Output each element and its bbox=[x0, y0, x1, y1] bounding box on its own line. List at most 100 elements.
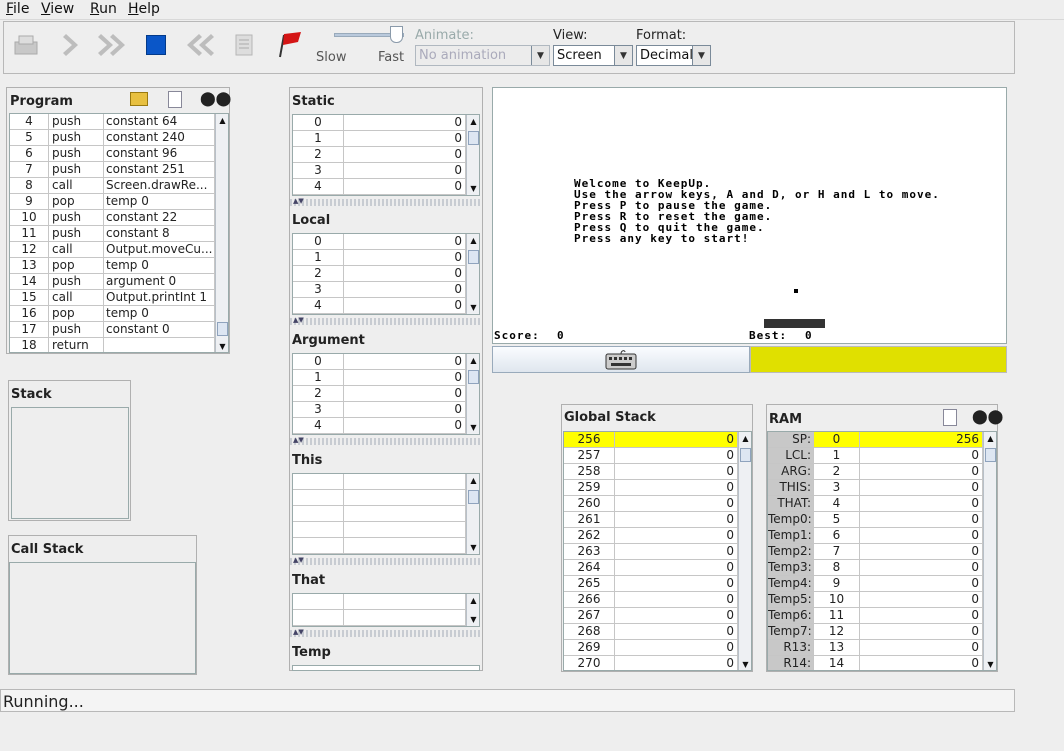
argument-row[interactable]: 40 bbox=[293, 418, 466, 434]
argument-row[interactable]: 20 bbox=[293, 386, 466, 402]
global-stack-row[interactable]: 263 0 bbox=[564, 544, 738, 560]
scroll-up-icon[interactable]: ▲ bbox=[984, 432, 996, 445]
scroll-thumb[interactable] bbox=[468, 370, 479, 384]
argument-row[interactable]: 10 bbox=[293, 370, 466, 386]
global-stack-row[interactable]: 264 0 bbox=[564, 560, 738, 576]
scroll-down-icon[interactable]: ▼ bbox=[467, 421, 479, 434]
new-file-icon[interactable] bbox=[168, 91, 182, 108]
open-folder-icon[interactable] bbox=[130, 92, 148, 106]
scroll-up-icon[interactable]: ▲ bbox=[216, 114, 228, 127]
load-program-button[interactable] bbox=[8, 27, 44, 63]
scroll-up-icon[interactable]: ▲ bbox=[467, 594, 479, 607]
program-row[interactable]: 7 push constant 251 bbox=[10, 162, 215, 178]
static-row[interactable]: 10 bbox=[293, 131, 466, 147]
this-row[interactable] bbox=[293, 490, 466, 506]
scroll-down-icon[interactable]: ▼ bbox=[467, 541, 479, 554]
that-scrollbar[interactable]: ▲ ▼ bbox=[466, 594, 479, 626]
program-row[interactable]: 14 push argument 0 bbox=[10, 274, 215, 290]
argument-row[interactable]: 30 bbox=[293, 402, 466, 418]
menu-view[interactable]: View bbox=[41, 1, 74, 17]
scroll-down-icon[interactable]: ▼ bbox=[984, 658, 996, 670]
menu-help[interactable]: Help bbox=[128, 1, 160, 17]
global-stack-row[interactable]: 269 0 bbox=[564, 640, 738, 656]
view-select[interactable]: Screen ▼ bbox=[553, 45, 633, 66]
this-row[interactable] bbox=[293, 474, 466, 490]
ram-row[interactable]: Temp3: 8 0 bbox=[768, 560, 983, 576]
split-divider[interactable]: ▲▼ bbox=[290, 436, 482, 445]
run-button[interactable] bbox=[96, 27, 132, 63]
program-row[interactable]: 4 push constant 64 bbox=[10, 114, 215, 130]
global-stack-scrollbar[interactable]: ▲ ▼ bbox=[738, 432, 751, 670]
argument-scrollbar[interactable]: ▲ ▼ bbox=[466, 354, 479, 434]
local-scrollbar[interactable]: ▲ ▼ bbox=[466, 234, 479, 314]
split-arrows-icon[interactable]: ▲▼ bbox=[293, 628, 304, 636]
this-scrollbar[interactable]: ▲ ▼ bbox=[466, 474, 479, 554]
scroll-up-icon[interactable]: ▲ bbox=[467, 354, 479, 367]
ram-row[interactable]: SP: 0 256 bbox=[768, 432, 983, 448]
program-row[interactable]: 5 push constant 240 bbox=[10, 130, 215, 146]
that-row[interactable] bbox=[293, 610, 466, 626]
split-arrows-icon[interactable]: ▲▼ bbox=[293, 197, 304, 205]
ram-row[interactable]: Temp0: 5 0 bbox=[768, 512, 983, 528]
ram-scrollbar[interactable]: ▲ ▼ bbox=[983, 432, 996, 670]
scroll-thumb[interactable] bbox=[468, 490, 479, 504]
global-stack-row[interactable]: 267 0 bbox=[564, 608, 738, 624]
static-row[interactable]: 20 bbox=[293, 147, 466, 163]
speed-slider[interactable] bbox=[332, 26, 412, 48]
static-row[interactable]: 40 bbox=[293, 179, 466, 195]
split-arrows-icon[interactable]: ▲▼ bbox=[293, 316, 304, 324]
animate-select[interactable]: No animation ▼ bbox=[415, 45, 550, 66]
menu-file[interactable]: File bbox=[6, 1, 29, 17]
program-row[interactable]: 18 return bbox=[10, 338, 215, 352]
global-stack-row[interactable]: 257 0 bbox=[564, 448, 738, 464]
scroll-up-icon[interactable]: ▲ bbox=[739, 432, 751, 445]
ram-row[interactable]: Temp7: 12 0 bbox=[768, 624, 983, 640]
ram-row[interactable]: Temp4: 9 0 bbox=[768, 576, 983, 592]
ram-row[interactable]: LCL: 1 0 bbox=[768, 448, 983, 464]
scroll-thumb[interactable] bbox=[468, 250, 479, 264]
global-stack-row[interactable]: 256 0 bbox=[564, 432, 738, 448]
global-stack-row[interactable]: 262 0 bbox=[564, 528, 738, 544]
menu-run[interactable]: Run bbox=[90, 1, 117, 17]
ram-row[interactable]: THIS: 3 0 bbox=[768, 480, 983, 496]
static-row[interactable]: 00 bbox=[293, 115, 466, 131]
global-stack-row[interactable]: 261 0 bbox=[564, 512, 738, 528]
scroll-up-icon[interactable]: ▲ bbox=[467, 474, 479, 487]
global-stack-row[interactable]: 266 0 bbox=[564, 592, 738, 608]
split-arrows-icon[interactable]: ▲▼ bbox=[293, 436, 304, 444]
global-stack-row[interactable]: 260 0 bbox=[564, 496, 738, 512]
scroll-down-icon[interactable]: ▼ bbox=[739, 658, 751, 670]
global-stack-row[interactable]: 268 0 bbox=[564, 624, 738, 640]
ram-row[interactable]: ARG: 2 0 bbox=[768, 464, 983, 480]
ram-row[interactable]: R14: 14 0 bbox=[768, 656, 983, 670]
global-stack-row[interactable]: 259 0 bbox=[564, 480, 738, 496]
this-row[interactable] bbox=[293, 506, 466, 522]
program-row[interactable]: 6 push constant 96 bbox=[10, 146, 215, 162]
split-divider[interactable]: ▲▼ bbox=[290, 556, 482, 565]
scroll-down-icon[interactable]: ▼ bbox=[467, 182, 479, 195]
scroll-up-icon[interactable]: ▲ bbox=[467, 234, 479, 247]
local-row[interactable]: 40 bbox=[293, 298, 466, 314]
program-row[interactable]: 12 call Output.moveCu... bbox=[10, 242, 215, 258]
find-binoculars-icon[interactable]: ⬤⬤ bbox=[972, 410, 1003, 424]
argument-row[interactable]: 00 bbox=[293, 354, 466, 370]
program-row[interactable]: 9 pop temp 0 bbox=[10, 194, 215, 210]
that-row[interactable] bbox=[293, 594, 466, 610]
ram-row[interactable]: Temp6: 11 0 bbox=[768, 608, 983, 624]
program-row[interactable]: 17 push constant 0 bbox=[10, 322, 215, 338]
scroll-thumb[interactable] bbox=[740, 448, 751, 462]
slider-thumb[interactable] bbox=[390, 26, 403, 43]
local-row[interactable]: 10 bbox=[293, 250, 466, 266]
split-divider[interactable]: ▲▼ bbox=[290, 628, 482, 637]
script-button[interactable] bbox=[226, 27, 262, 63]
ram-row[interactable]: Temp5: 10 0 bbox=[768, 592, 983, 608]
scroll-down-icon[interactable]: ▼ bbox=[216, 340, 228, 352]
reset-button[interactable] bbox=[180, 27, 216, 63]
program-scrollbar[interactable]: ▲ ▼ bbox=[215, 114, 228, 352]
ram-row[interactable]: Temp2: 7 0 bbox=[768, 544, 983, 560]
static-scrollbar[interactable]: ▲ ▼ bbox=[466, 115, 479, 195]
this-row[interactable] bbox=[293, 522, 466, 538]
scroll-thumb[interactable] bbox=[468, 131, 479, 145]
program-row[interactable]: 11 push constant 8 bbox=[10, 226, 215, 242]
breakpoints-button[interactable] bbox=[270, 27, 306, 63]
